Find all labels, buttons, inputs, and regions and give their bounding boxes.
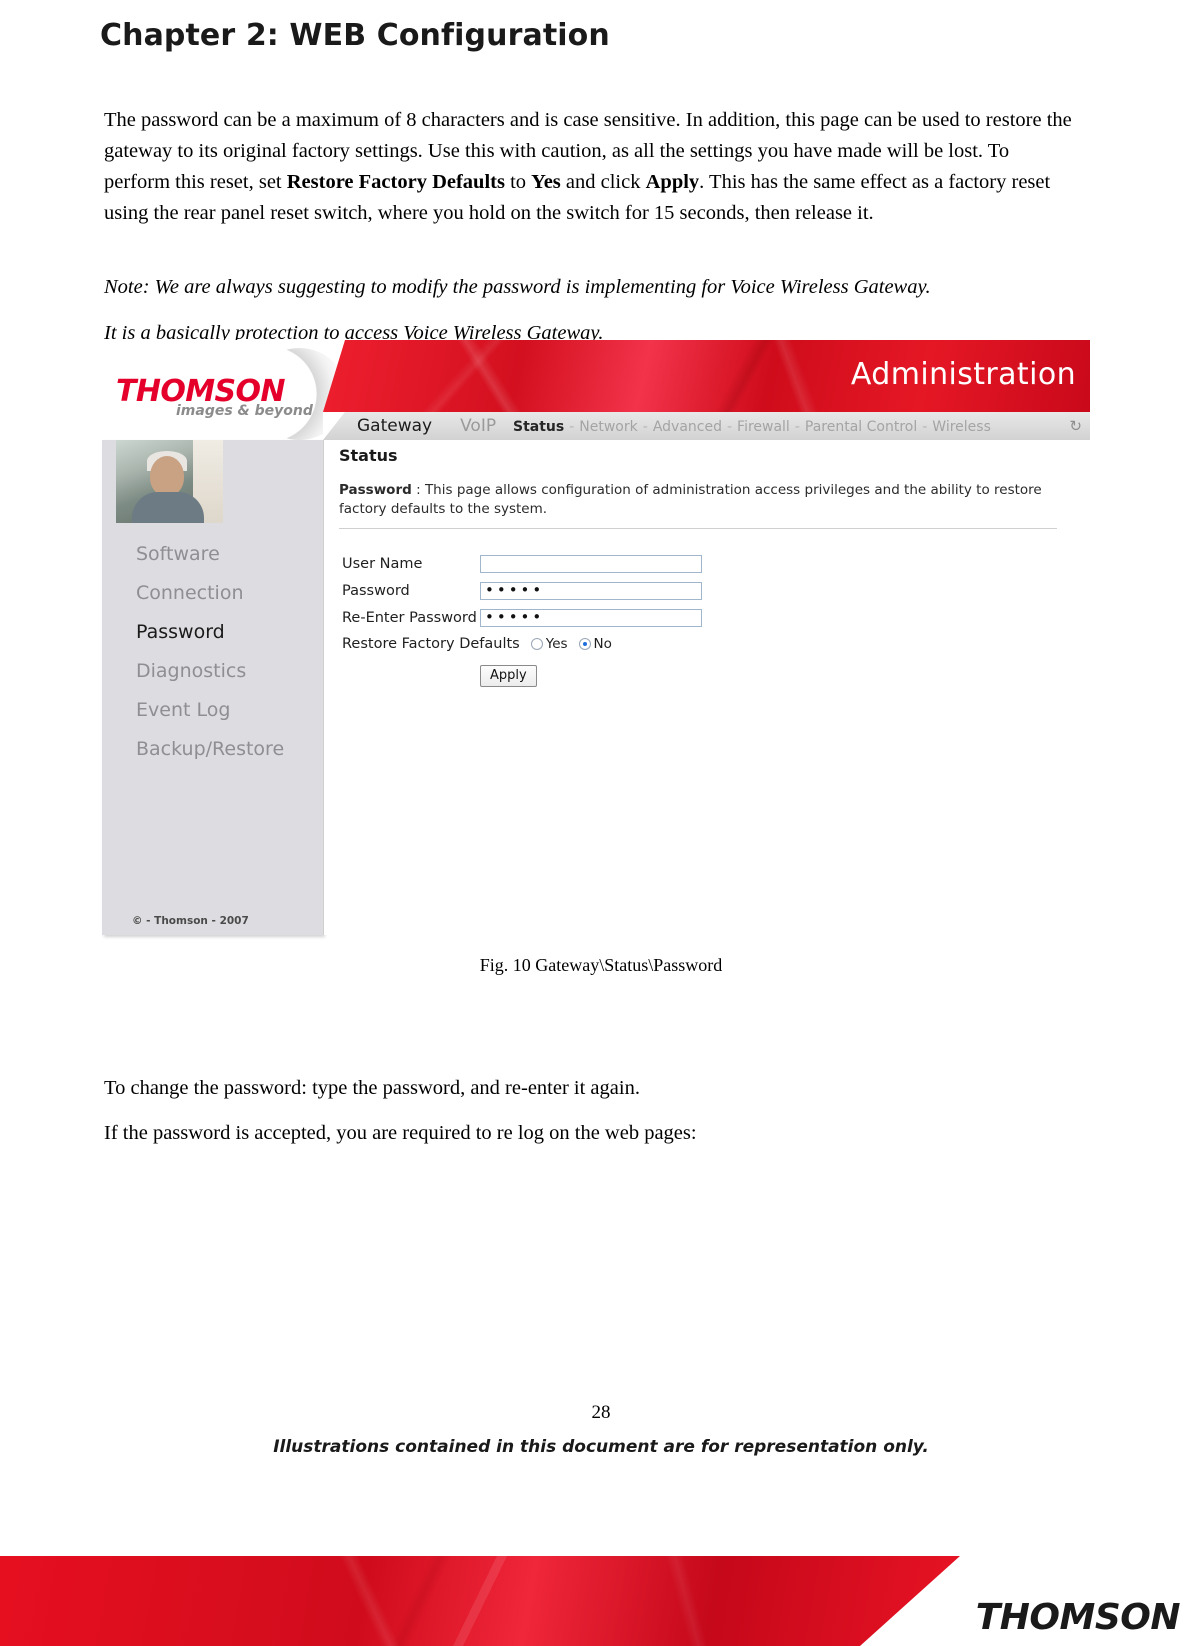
nav-subtab-wireless[interactable]: Wireless (932, 419, 991, 435)
document-page: Chapter 2: WEB Configuration The passwor… (0, 0, 1202, 1646)
label-re-enter-password: Re-Enter Password (342, 609, 477, 626)
form-row-password: Password ••••• (342, 579, 702, 602)
radio-label-yes[interactable]: Yes (546, 636, 568, 652)
form-row-user-name: User Name (342, 552, 702, 575)
form-row-re-enter-password: Re-Enter Password ••••• (342, 606, 702, 629)
panel-heading: Status (339, 446, 398, 465)
nav-tab-voip[interactable]: VoIP (460, 416, 496, 436)
nav-subtab-parental-control[interactable]: Parental Control (805, 419, 917, 435)
sidebar-item-diagnostics[interactable]: Diagnostics (102, 652, 323, 691)
secondary-nav-group: Status - Network - Advanced - Firewall -… (513, 419, 991, 435)
apply-button[interactable]: Apply (480, 665, 537, 687)
intro-paragraph: The password can be a maximum of 8 chara… (104, 105, 1079, 229)
radio-restore-no[interactable] (578, 638, 591, 650)
sidebar-item-backup-restore[interactable]: Backup/Restore (102, 730, 323, 769)
sidebar-copyright: © - Thomson - 2007 (132, 915, 249, 927)
footer-brand-wordmark: THOMSON (975, 1597, 1181, 1638)
page-number: 28 (591, 1402, 611, 1423)
paragraph-bold-restore-factory-defaults: Restore Factory Defaults (286, 170, 505, 193)
nav-separator: - (922, 419, 928, 435)
password-form: User Name Password ••••• Re-Enter Passwo… (342, 552, 702, 633)
nav-separator: - (794, 419, 800, 435)
restore-factory-defaults-row: Restore Factory Defaults Yes No (342, 636, 612, 652)
closing-paragraph-1: To change the password: type the passwor… (104, 1076, 640, 1099)
radio-label-no[interactable]: No (594, 636, 612, 652)
primary-nav-group: Gateway VoIP (357, 416, 496, 436)
refresh-icon[interactable]: ↻ (1069, 417, 1082, 435)
panel-description-label: Password (339, 482, 412, 498)
paragraph-text-3: and click (560, 170, 646, 193)
photo-person-body (132, 492, 204, 523)
label-password: Password (342, 582, 410, 599)
logo-tagline: images & beyond (176, 403, 313, 419)
re-enter-password-input[interactable]: ••••• (480, 608, 702, 627)
nav-subtab-firewall[interactable]: Firewall (737, 419, 790, 435)
nav-separator: - (726, 419, 733, 435)
panel-description-separator: : (416, 482, 421, 498)
radio-restore-yes[interactable] (530, 638, 543, 650)
header-section-title: Administration (850, 357, 1076, 392)
panel-description: Password : This page allows configuratio… (339, 481, 1059, 519)
footer-facet-pattern (0, 1556, 960, 1646)
ui-header-banner: Administration (323, 340, 1090, 412)
nav-separator: - (642, 419, 648, 435)
sidebar-item-password[interactable]: Password (102, 613, 323, 652)
sidebar-item-software[interactable]: Software (102, 535, 323, 574)
router-web-ui-screenshot: THOMSON images & beyond Administration G… (102, 340, 1091, 935)
page-footer-banner: THOMSON (0, 1556, 1202, 1646)
user-name-input[interactable] (480, 554, 702, 573)
sidebar-item-event-log[interactable]: Event Log (102, 691, 323, 730)
nav-tab-gateway[interactable]: Gateway (357, 416, 432, 436)
label-restore-factory-defaults: Restore Factory Defaults (342, 636, 520, 652)
panel-description-text: This page allows configuration of admini… (339, 482, 1042, 517)
paragraph-text-2: to (504, 170, 532, 193)
page-title: Chapter 2: WEB Configuration (100, 18, 610, 54)
closing-paragraph-2: If the password is accepted, you are req… (104, 1121, 697, 1144)
nav-separator: - (569, 419, 575, 435)
panel-divider (339, 528, 1057, 529)
paragraph-bold-apply: Apply (645, 170, 700, 193)
paragraph-bold-yes: Yes (531, 170, 561, 193)
nav-subtab-advanced[interactable]: Advanced (653, 419, 722, 435)
sidebar-menu: Software Connection Password Diagnostics… (102, 535, 323, 769)
label-user-name: User Name (342, 555, 423, 572)
password-input[interactable]: ••••• (480, 581, 702, 600)
note-line-1: Note: We are always suggesting to modify… (104, 275, 931, 298)
navbar-corner-cut (323, 412, 345, 440)
figure-caption: Fig. 10 Gateway\Status\Password (479, 955, 723, 975)
brand-logo: THOMSON images & beyond (102, 340, 347, 440)
sidebar-photo (116, 440, 223, 523)
footer-disclaimer: Illustrations contained in this document… (273, 1437, 929, 1457)
main-navigation-bar: Gateway VoIP Status - Network - Advanced… (323, 412, 1090, 441)
sidebar-item-connection[interactable]: Connection (102, 574, 323, 613)
ui-sidebar: Software Connection Password Diagnostics… (102, 440, 323, 935)
nav-subtab-status[interactable]: Status (513, 419, 564, 435)
ui-main-panel: Status Password : This page allows confi… (323, 440, 1091, 935)
nav-subtab-network[interactable]: Network (579, 419, 637, 435)
photo-person-head (150, 456, 184, 496)
